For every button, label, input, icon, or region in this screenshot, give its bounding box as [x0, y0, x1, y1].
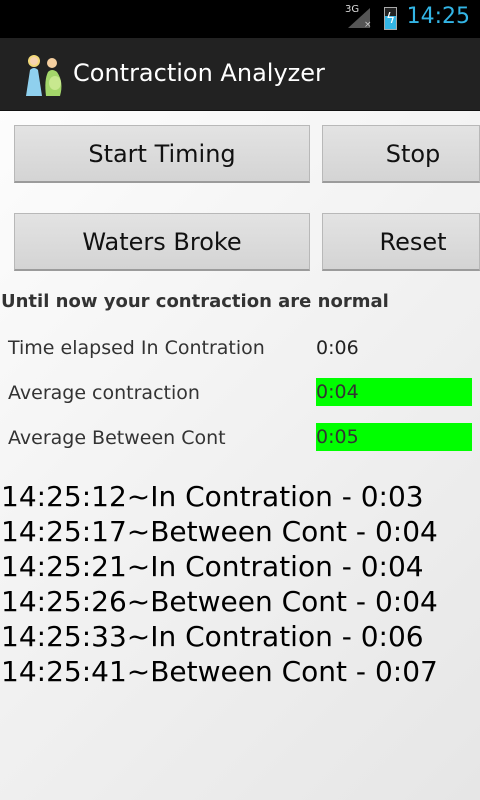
contraction-log: 14:25:12~In Contration - 0:03 14:25:17~B…: [1, 479, 438, 689]
waters-broke-button[interactable]: Waters Broke: [14, 213, 310, 271]
start-timing-button[interactable]: Start Timing: [14, 125, 310, 183]
status-bar: 3G × ϟ 14:25: [0, 0, 480, 38]
battery-icon: ϟ: [384, 7, 397, 30]
app-title: Contraction Analyzer: [73, 59, 325, 87]
stop-button[interactable]: Stop: [322, 125, 480, 183]
signal-icon: ×: [348, 8, 372, 30]
avg-contraction-value: 0:04: [316, 378, 472, 406]
clock: 14:25: [406, 4, 470, 29]
log-entry: 14:25:17~Between Cont - 0:04: [1, 515, 438, 548]
app-logo-icon[interactable]: [20, 50, 68, 98]
avg-between-value: 0:05: [316, 423, 472, 451]
elapsed-value: 0:06: [316, 337, 359, 359]
log-entry: 14:25:41~Between Cont - 0:07: [1, 655, 438, 688]
log-entry: 14:25:21~In Contration - 0:04: [1, 550, 424, 583]
svg-text:×: ×: [364, 20, 372, 30]
log-entry: 14:25:26~Between Cont - 0:04: [1, 585, 438, 618]
avg-between-label: Average Between Cont: [8, 427, 226, 449]
log-entry: 14:25:33~In Contration - 0:06: [1, 620, 424, 653]
reset-button[interactable]: Reset: [322, 213, 480, 271]
elapsed-label: Time elapsed In Contration: [8, 337, 265, 359]
action-bar: Contraction Analyzer: [0, 38, 480, 111]
status-message: Until now your contraction are normal: [1, 291, 389, 312]
avg-contraction-label: Average contraction: [8, 382, 200, 404]
log-entry: 14:25:12~In Contration - 0:03: [1, 480, 424, 513]
